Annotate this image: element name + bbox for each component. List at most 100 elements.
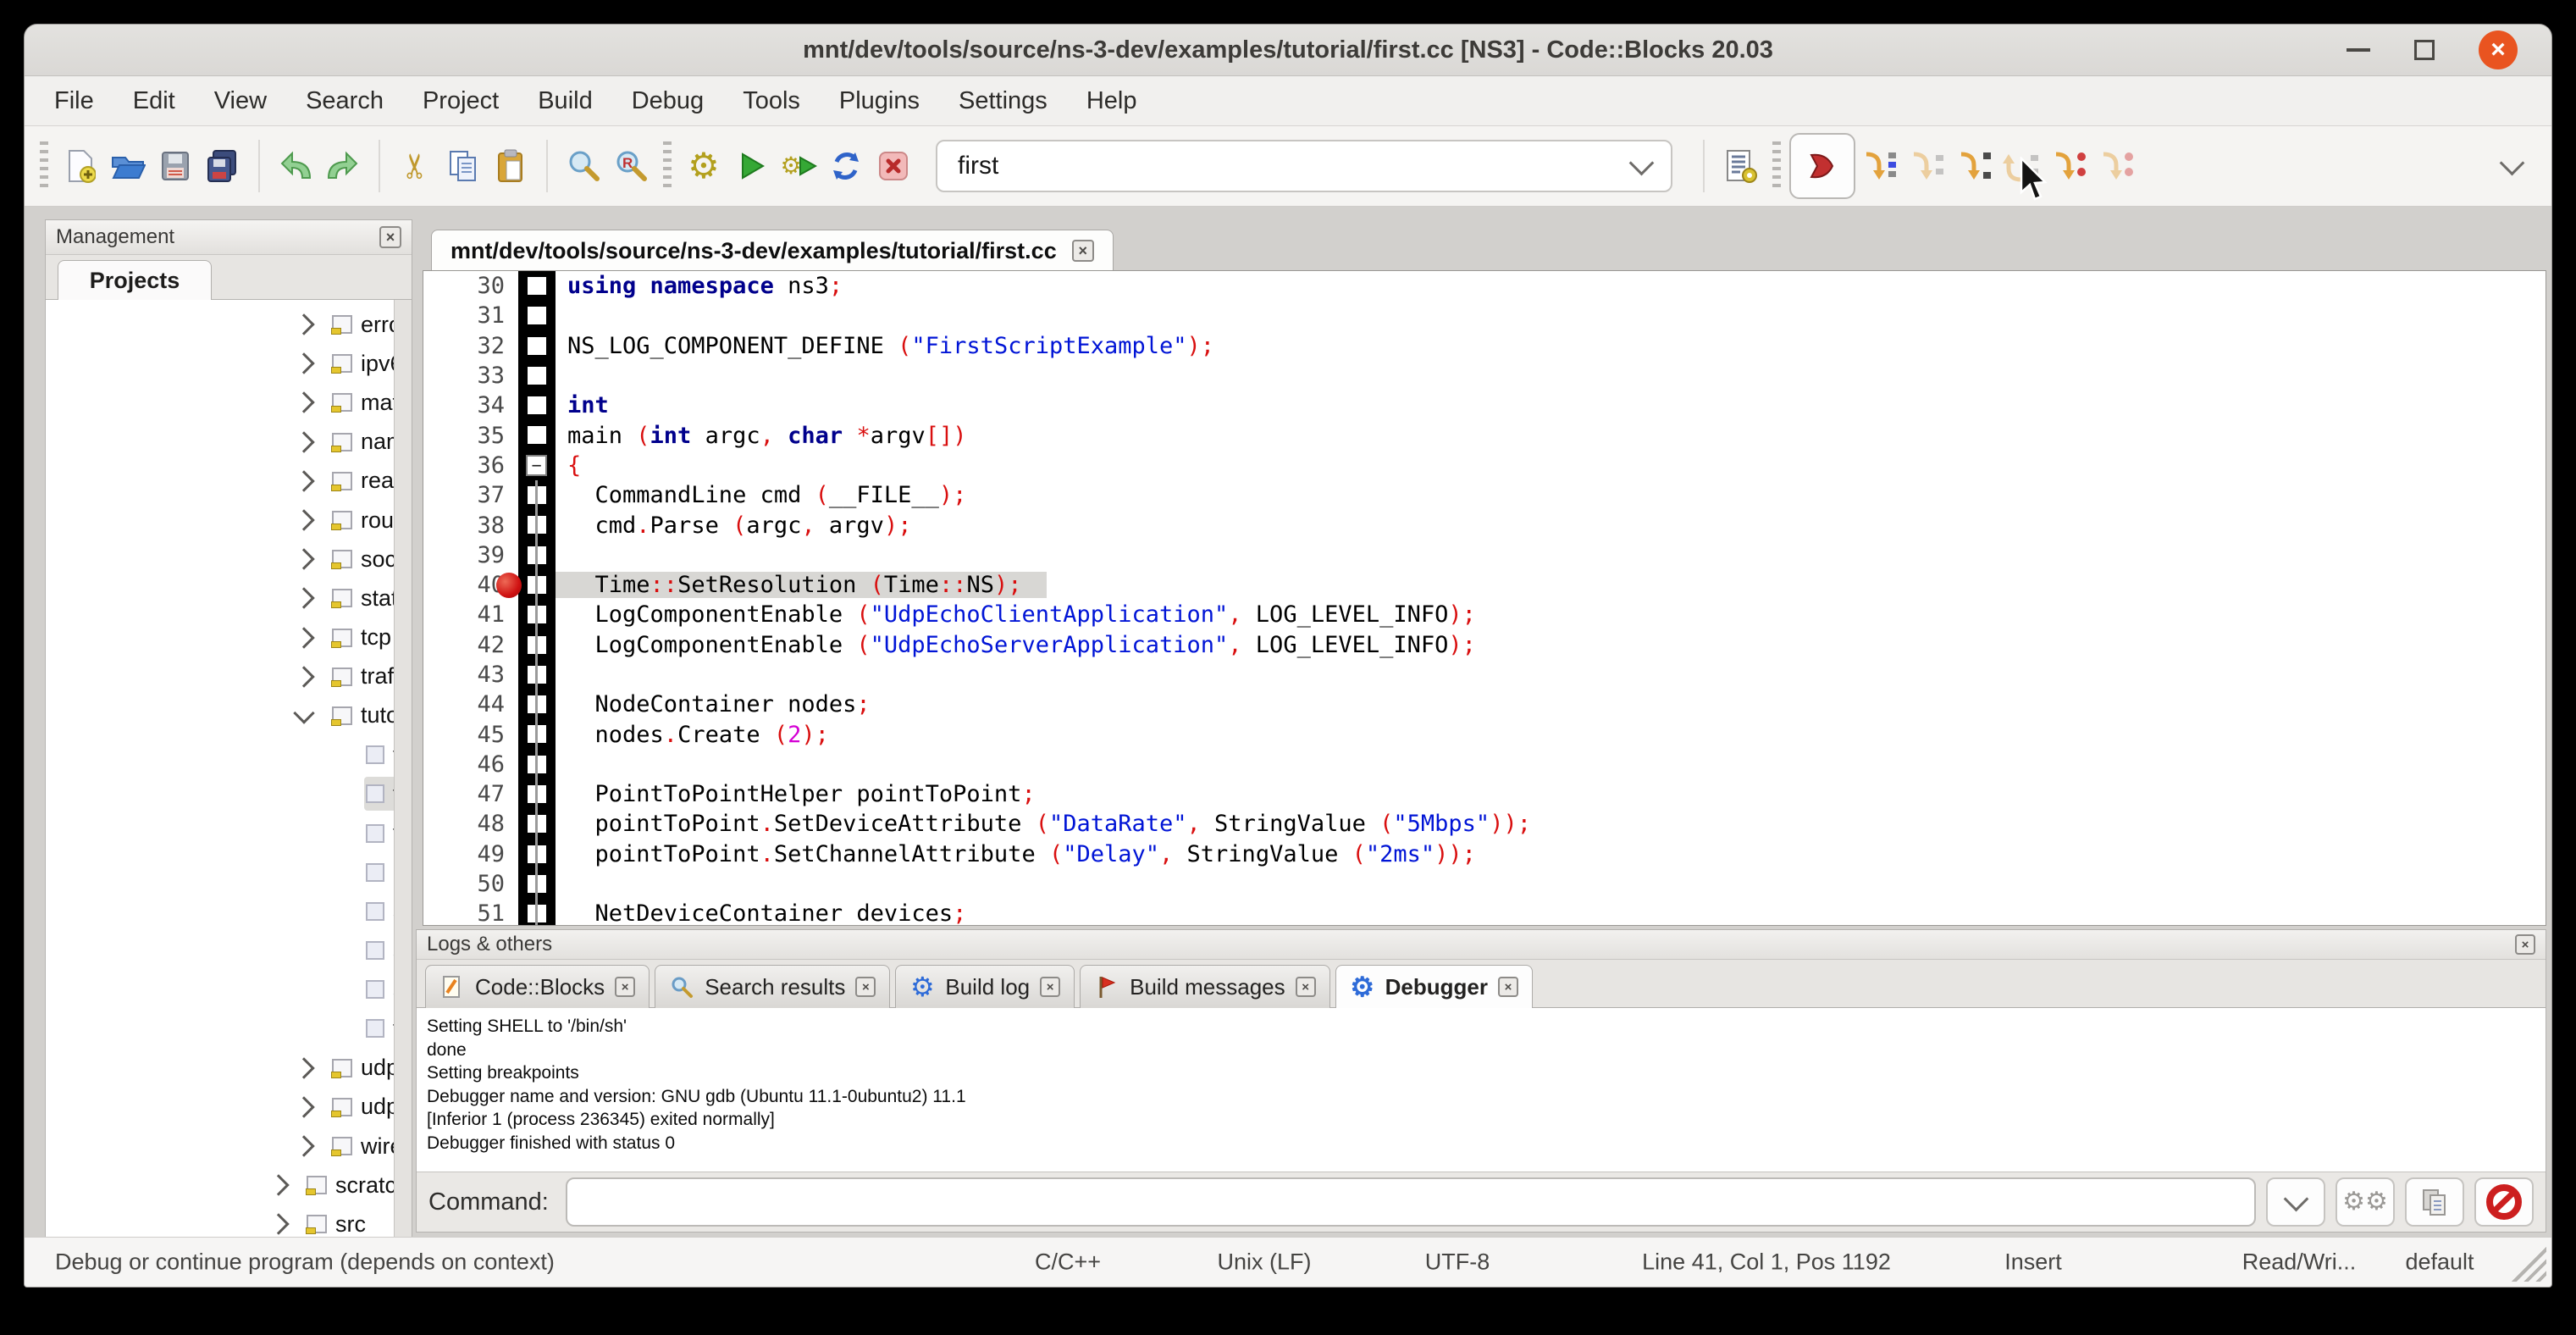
chevron-right-icon[interactable] [268,1174,289,1195]
tree-item-rout[interactable]: rout [46,501,412,540]
fold-margin[interactable] [518,719,556,749]
chevron-right-icon[interactable] [293,431,314,452]
fold-margin[interactable] [518,480,556,510]
step-into-button[interactable] [1950,138,1998,194]
tree-item-he[interactable]: he [46,853,412,892]
line-number[interactable]: 33 [423,363,518,389]
menu-tools[interactable]: Tools [723,76,820,125]
close-icon[interactable]: × [379,226,401,248]
chevron-right-icon[interactable] [293,470,314,491]
line-number[interactable]: 37 [423,482,518,508]
line-number[interactable]: 31 [423,302,518,329]
fold-margin[interactable] [518,899,556,926]
toolbar-overflow-chevron[interactable] [2500,150,2525,175]
chevron-right-icon[interactable] [293,548,314,569]
command-input[interactable] [566,1177,2256,1227]
line-number[interactable]: 35 [423,423,518,449]
line-number[interactable]: 39 [423,542,518,568]
menu-plugins[interactable]: Plugins [820,76,939,125]
resize-grip[interactable] [2507,1243,2546,1282]
tree-item-traff[interactable]: traff [46,657,412,696]
code-editor[interactable]: 30using namespace ns3;3132NS_LOG_COMPONE… [423,270,2546,926]
tree-item-mat[interactable]: mat [46,383,412,422]
fold-margin[interactable] [518,331,556,361]
tree-item-sock[interactable]: sock [46,540,412,579]
debug-continue-button[interactable] [1789,133,1855,199]
tree-item-tuto[interactable]: tuto [46,696,412,735]
line-number[interactable]: 45 [423,722,518,748]
chevron-right-icon[interactable] [293,588,314,609]
tree-item-fir[interactable]: fir [46,774,412,813]
menu-debug[interactable]: Debug [612,76,723,125]
line-number[interactable]: 38 [423,512,518,539]
scrollbar[interactable] [394,300,412,1238]
fold-margin[interactable] [518,690,556,719]
rebuild-button[interactable] [822,138,870,194]
management-caption[interactable]: Management × [46,220,412,255]
minimize-button[interactable] [2347,48,2370,52]
chevron-right-icon[interactable] [293,1096,314,1117]
tab-projects[interactable]: Projects [58,260,212,300]
line-number[interactable]: 36 [423,452,518,479]
line-number[interactable]: 50 [423,871,518,897]
fold-collapse-icon[interactable]: − [526,455,547,476]
line-number[interactable]: 49 [423,841,518,867]
tree-item-ipv6[interactable]: ipv6 [46,344,412,383]
copy-log-button[interactable] [2405,1177,2464,1227]
tree-item-src[interactable]: src [46,1205,412,1238]
tree-item-erro[interactable]: erro [46,305,412,344]
line-number[interactable]: 44 [423,691,518,717]
line-number[interactable]: 47 [423,781,518,807]
project-tree[interactable]: erroipv6matnamreallroutsockstattcptrafft… [46,300,412,1238]
breakpoint-icon[interactable] [496,573,522,598]
menu-edit[interactable]: Edit [113,76,195,125]
chevron-right-icon[interactable] [293,509,314,530]
line-number[interactable]: 43 [423,662,518,688]
save-file-button[interactable] [152,138,199,194]
editor-tab[interactable]: mnt/dev/tools/source/ns-3-dev/examples/t… [431,230,1114,271]
tree-item-stat[interactable]: stat [46,579,412,618]
debugger-settings-button[interactable]: ⚙⚙ [2336,1177,2395,1227]
line-number[interactable]: 51 [423,900,518,926]
tab-build-log[interactable]: ⚙Build log× [895,965,1075,1008]
tab-code-blocks[interactable]: Code::Blocks× [425,965,650,1008]
run-to-cursor-button[interactable] [1855,138,1903,194]
close-icon[interactable]: × [1040,977,1060,997]
build-button[interactable]: ⚙ [680,138,727,194]
line-number[interactable]: 46 [423,751,518,778]
open-file-button[interactable] [104,138,152,194]
chevron-right-icon[interactable] [293,353,314,374]
logs-caption[interactable]: Logs & others × [417,930,2546,960]
menu-help[interactable]: Help [1067,76,1157,125]
next-instruction-button[interactable] [2045,138,2092,194]
close-button[interactable]: × [2479,30,2518,69]
tab-debugger[interactable]: ⚙Debugger× [1335,965,1533,1008]
fold-margin[interactable] [518,301,556,330]
abort-build-button[interactable] [870,138,917,194]
chevron-right-icon[interactable] [293,1135,314,1156]
toolbar-grip[interactable] [663,141,672,191]
compiler-options-button[interactable] [1716,138,1764,194]
chevron-right-icon[interactable] [293,1057,314,1078]
command-history-dropdown[interactable] [2266,1177,2325,1227]
chevron-right-icon[interactable] [293,666,314,687]
tree-item-fif[interactable]: fif [46,735,412,774]
chevron-right-icon[interactable] [293,392,314,413]
undo-button[interactable] [272,138,319,194]
step-into-instruction-button[interactable] [2092,138,2140,194]
redo-button[interactable] [319,138,367,194]
close-icon[interactable]: × [1072,240,1094,262]
fold-margin[interactable] [518,809,556,839]
line-number[interactable]: 30 [423,273,518,299]
menu-file[interactable]: File [35,76,113,125]
fold-margin[interactable] [518,750,556,779]
menu-view[interactable]: View [195,76,286,125]
chevron-right-icon[interactable] [293,313,314,335]
fold-margin[interactable] [518,391,556,420]
line-number[interactable]: 41 [423,601,518,628]
close-icon[interactable]: × [1296,977,1316,997]
close-icon[interactable]: × [2515,934,2535,955]
next-line-button[interactable] [1903,138,1950,194]
close-icon[interactable]: × [855,977,876,997]
menu-settings[interactable]: Settings [939,76,1067,125]
